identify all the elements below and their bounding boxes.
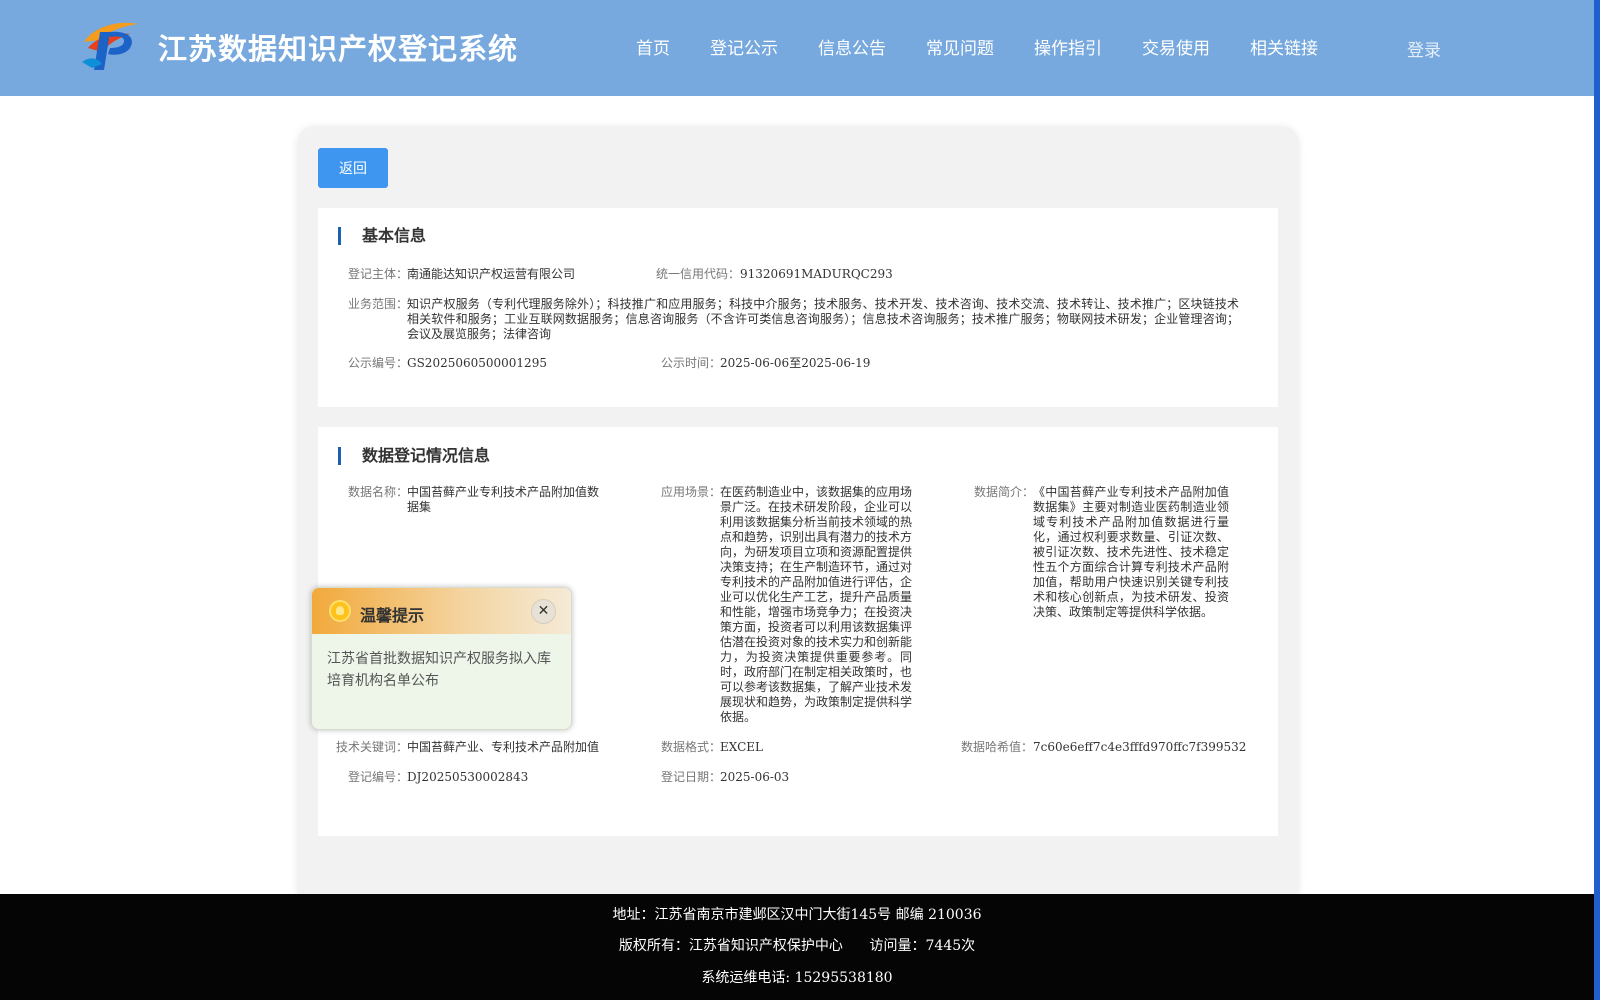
format-field: 数据格式： EXCEL [661,740,763,755]
hash-label: 数据哈希值： [960,740,1033,754]
page-footer: 地址：江苏省南京市建邺区汉中门大街145号 邮编 210036 版权所有：江苏省… [0,894,1594,1000]
intro-label: 数据简介： [974,485,1035,499]
reg-no-label: 登记编号： [348,770,409,784]
footer-address: 地址：江苏省南京市建邺区汉中门大街145号 邮编 210036 [612,907,982,923]
hash-value: 7c60e6eff7c4e3fffd970ffc7f399532 [1033,740,1247,754]
nav-guide[interactable]: 操作指引 [1034,34,1102,59]
lightbulb-icon [329,600,351,622]
nav-registration-notice[interactable]: 登记公示 [710,34,778,59]
page-edge-bar [1594,0,1600,1000]
login-link[interactable]: 登录 [1407,36,1441,61]
keywords-label: 技术关键词： [336,740,409,754]
credit-code-value: 91320691MADURQC293 [740,267,893,281]
hash-field: 数据哈希值： 7c60e6eff7c4e3fffd970ffc7f399532 [958,740,1246,755]
reg-date-value: 2025-06-03 [720,770,790,784]
scenario-value: 在医药制造业中，该数据集的应用场景广泛。在技术研发阶段，企业可以利用该数据集分析… [720,485,913,724]
nav-announcements[interactable]: 信息公告 [818,34,886,59]
scenario-field: 应用场景： 在医药制造业中，该数据集的应用场景广泛。在技术研发阶段，企业可以利用… [661,485,912,725]
format-value: EXCEL [720,740,764,754]
popup-title: 温馨提示 [360,606,425,625]
scope-label: 业务范围： [348,297,409,311]
format-label: 数据格式： [661,740,722,754]
data-name-label: 数据名称： [348,485,409,499]
site-title: 江苏数据知识产权登记系统 [158,32,519,66]
reg-no-field: 登记编号： DJ20250530002843 [348,770,528,785]
nav-home[interactable]: 首页 [636,34,670,59]
scenario-label: 应用场景： [661,485,722,499]
reg-no-value: DJ20250530002843 [407,770,529,784]
notice-no-value: GS2025060500001295 [407,356,547,370]
credit-code-label: 统一信用代码： [656,267,741,281]
basic-info-panel: 基本信息 登记主体： 南通能达知识产权运营有限公司 统一信用代码： 913206… [318,208,1278,407]
popup-message[interactable]: 江苏省首批数据知识产权服务拟入库培育机构名单公布 [327,648,559,692]
credit-code-field: 统一信用代码： 91320691MADURQC293 [656,267,893,282]
keywords-value: 中国苔藓产业、专利技术产品附加值 [407,740,600,754]
back-button[interactable]: 返回 [318,148,388,188]
intro-value: 《中国苔藓产业专利技术产品附加值数据集》主要对制造业医药制造业领域专利技术产品附… [1033,485,1229,619]
data-name-field: 数据名称： 中国苔藓产业专利技术产品附加值数据集 [348,485,605,515]
data-name-value: 中国苔藓产业专利技术产品附加值数据集 [407,485,600,514]
notice-time-label: 公示时间： [661,356,722,370]
basic-info-title: 基本信息 [338,226,426,246]
close-icon[interactable]: ✕ [531,599,556,624]
footer-copyright: 版权所有：江苏省知识产权保护中心 访问量：7445次 [618,938,976,954]
reg-date-label: 登记日期： [661,770,722,784]
notice-time-field: 公示时间： 2025-06-06至2025-06-19 [661,356,870,371]
top-header: 江苏数据知识产权登记系统 首页 登记公示 信息公告 常见问题 操作指引 交易使用… [0,0,1594,96]
scope-field: 业务范围： 知识产权服务（专利代理服务除外）；科技推广和应用服务；科技中介服务；… [348,297,1239,342]
registrant-label: 登记主体： [348,267,409,281]
main-nav: 首页 登记公示 信息公告 常见问题 操作指引 交易使用 相关链接 [636,34,1318,59]
intro-field: 数据简介： 《中国苔藓产业专利技术产品附加值数据集》主要对制造业医药制造业领域专… [974,485,1229,620]
notice-no-label: 公示编号： [348,356,409,370]
registrant-value: 南通能达知识产权运营有限公司 [407,267,576,281]
nav-trading[interactable]: 交易使用 [1142,34,1210,59]
keywords-field: 技术关键词： 中国苔藓产业、专利技术产品附加值 [336,740,599,755]
footer-phone: 系统运维电话: 15295538180 [701,970,893,986]
nav-links[interactable]: 相关链接 [1250,34,1318,59]
scope-value: 知识产权服务（专利代理服务除外）；科技推广和应用服务；科技中介服务；技术服务、技… [407,297,1239,341]
ip-logo-icon[interactable] [80,18,142,72]
notice-popup: 温馨提示 ✕ 江苏省首批数据知识产权服务拟入库培育机构名单公布 [311,587,572,730]
data-info-title: 数据登记情况信息 [338,446,490,466]
notice-no-field: 公示编号： GS2025060500001295 [348,356,547,371]
registrant-field: 登记主体： 南通能达知识产权运营有限公司 [348,267,575,282]
reg-date-field: 登记日期： 2025-06-03 [661,770,789,785]
popup-header: 温馨提示 ✕ [312,588,571,634]
notice-time-value: 2025-06-06至2025-06-19 [720,356,871,370]
nav-faq[interactable]: 常见问题 [926,34,994,59]
